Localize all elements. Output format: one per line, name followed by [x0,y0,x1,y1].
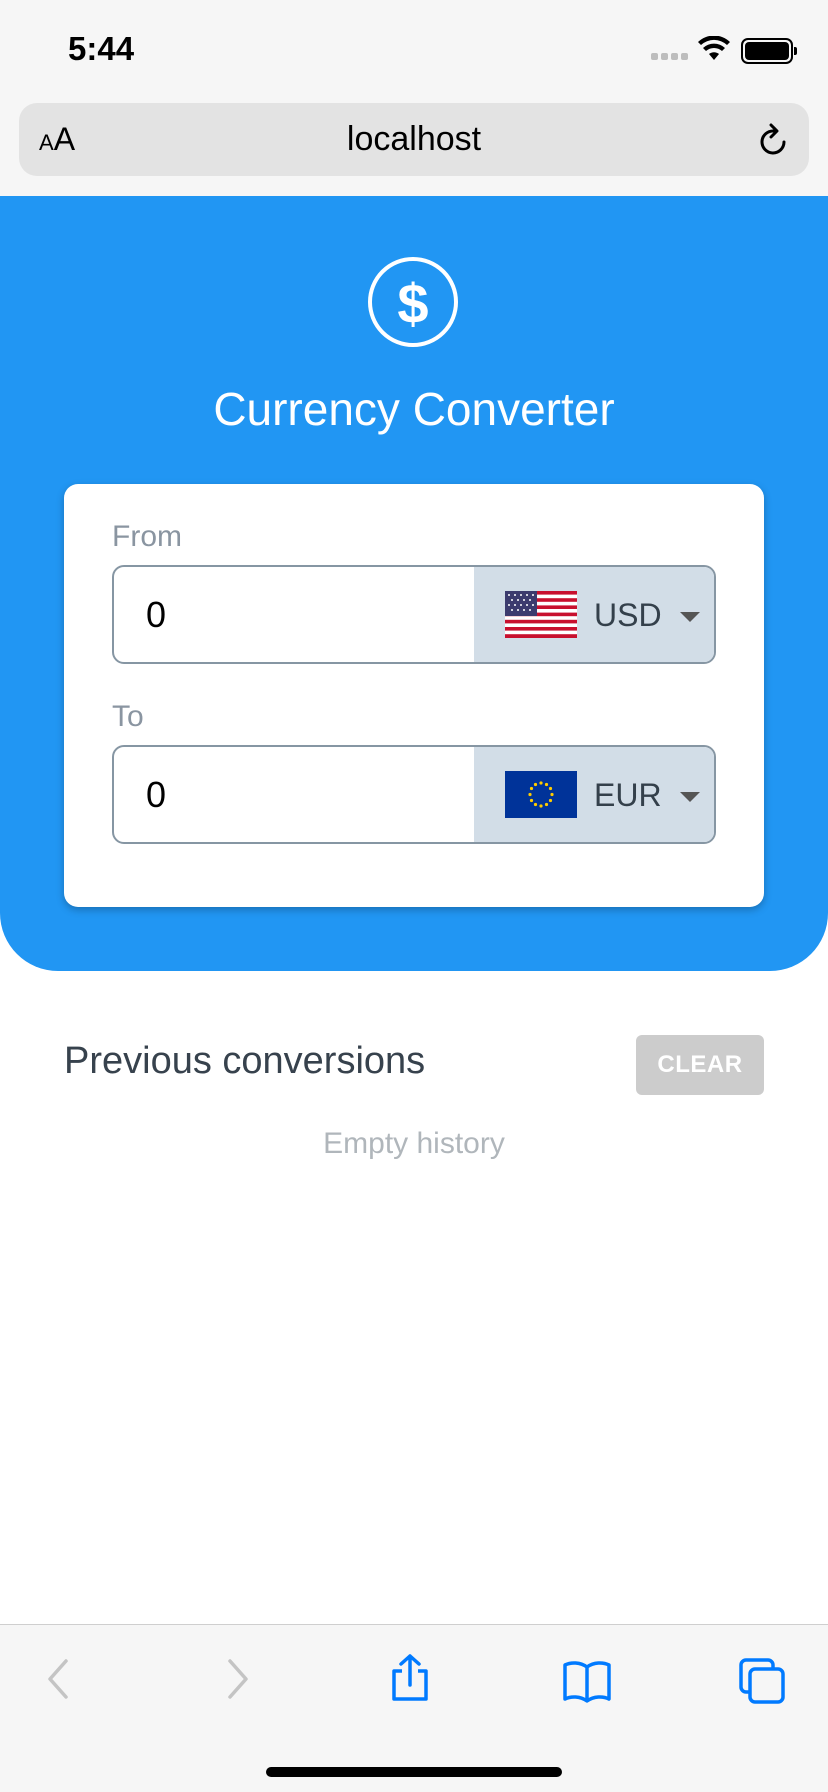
share-icon[interactable] [388,1653,432,1703]
reload-icon[interactable] [757,122,791,158]
empty-history-text: Empty history [323,1127,505,1160]
home-indicator [266,1767,562,1777]
address-bar[interactable]: AA localhost [19,103,809,176]
converter-card: From 0 USD To 0 EUR [64,484,764,907]
browser-toolbar [0,1624,828,1792]
clear-history-button[interactable]: CLEAR [636,1035,764,1095]
cellular-signal-icon [651,53,688,60]
back-icon[interactable] [44,1657,74,1701]
forward-icon[interactable] [222,1657,252,1701]
from-currency-code: USD [594,597,662,633]
wifi-icon [698,36,730,60]
tabs-icon[interactable] [738,1657,786,1705]
from-field: USD [112,565,716,664]
from-currency-select[interactable]: USD [474,567,714,662]
from-amount-input[interactable] [114,567,474,662]
chevron-down-icon [680,612,700,622]
chevron-down-icon [680,792,700,802]
eu-flag-icon [505,771,577,818]
from-label: From [112,520,182,553]
history-title: Previous conversions [64,1040,426,1082]
status-bar: 5:44 [0,0,828,98]
to-amount-input[interactable] [114,747,474,842]
status-time: 5:44 [68,30,135,67]
app-title: Currency Converter [213,383,615,435]
to-currency-select[interactable]: EUR [474,747,714,842]
bookmarks-icon[interactable] [562,1659,612,1703]
dollar-icon: $ [368,257,458,347]
url-text[interactable]: localhost [19,120,809,159]
to-field: EUR [112,745,716,844]
to-label: To [112,700,144,733]
browser-address-area: AA localhost [0,98,828,196]
to-currency-code: EUR [594,777,662,813]
converter-header: $ Currency Converter From 0 USD To 0 EUR [0,196,828,971]
battery-icon [741,38,797,64]
us-flag-icon [505,591,577,638]
